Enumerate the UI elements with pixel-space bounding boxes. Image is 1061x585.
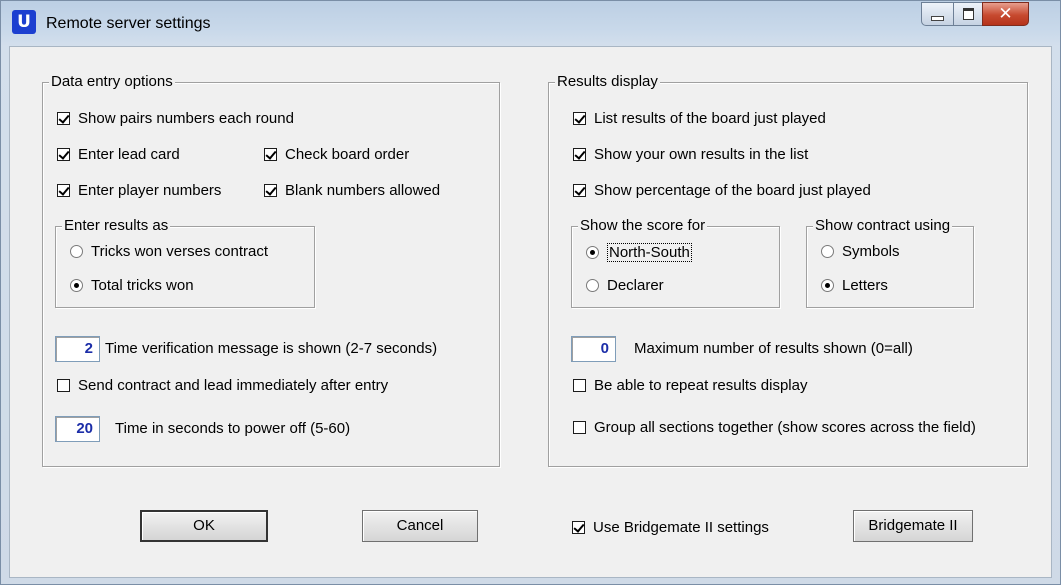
check-board-order-label: Check board order <box>285 146 410 163</box>
north-south-radio-dot[interactable] <box>586 246 599 259</box>
enter-player-numbers-checkbox[interactable]: Enter player numbers <box>57 182 221 199</box>
results-display-group: Results display List results of the boar… <box>548 73 1028 467</box>
show-pairs-checkbox[interactable]: Show pairs numbers each round <box>57 110 294 127</box>
enter-results-title: Enter results as <box>62 217 171 234</box>
title-bar[interactable]: U Remote server settings ✕ <box>1 1 1060 46</box>
use-bridgemate-ii-checkbox[interactable]: Use Bridgemate II settings <box>572 519 769 536</box>
max-results-label: Maximum number of results shown (0=all) <box>634 340 913 357</box>
enter-lead-checkbox-box[interactable] <box>57 148 70 161</box>
show-own-results-label: Show your own results in the list <box>594 146 809 163</box>
show-pairs-checkbox-box[interactable] <box>57 112 70 125</box>
results-display-title: Results display <box>555 73 660 90</box>
check-board-order-checkbox[interactable]: Check board order <box>264 146 409 163</box>
contract-using-group: Show contract using Symbols Letters <box>806 217 974 308</box>
letters-radio-dot[interactable] <box>821 279 834 292</box>
ok-button[interactable]: OK <box>140 510 268 542</box>
minimize-icon <box>931 15 944 21</box>
north-south-label: North-South <box>607 243 692 262</box>
total-tricks-radio-dot[interactable] <box>70 279 83 292</box>
declarer-label: Declarer <box>607 277 664 294</box>
list-results-checkbox[interactable]: List results of the board just played <box>573 110 826 127</box>
dialog-window: U Remote server settings ✕ Data entry op… <box>0 0 1061 585</box>
repeat-display-checkbox[interactable]: Be able to repeat results display <box>573 377 807 394</box>
max-results-input[interactable]: 0 <box>571 336 616 362</box>
enter-results-group: Enter results as Tricks won verses contr… <box>55 217 315 308</box>
contract-using-title: Show contract using <box>813 217 953 234</box>
list-results-checkbox-box[interactable] <box>573 112 586 125</box>
blank-numbers-label: Blank numbers allowed <box>285 182 441 199</box>
group-sections-label: Group all sections together (show scores… <box>594 419 976 436</box>
symbols-label: Symbols <box>842 243 900 260</box>
data-entry-options-group: Data entry options Show pairs numbers ea… <box>42 73 500 467</box>
show-pairs-label: Show pairs numbers each round <box>78 110 294 127</box>
send-contract-checkbox[interactable]: Send contract and lead immediately after… <box>57 377 388 394</box>
enter-player-numbers-label: Enter player numbers <box>78 182 222 199</box>
send-contract-label: Send contract and lead immediately after… <box>78 377 389 394</box>
close-button[interactable]: ✕ <box>982 2 1029 26</box>
show-percentage-label: Show percentage of the board just played <box>594 182 871 199</box>
cancel-button[interactable]: Cancel <box>362 510 478 542</box>
total-tricks-radio[interactable]: Total tricks won <box>70 277 194 294</box>
maximize-button[interactable] <box>953 2 983 26</box>
symbols-radio[interactable]: Symbols <box>821 243 900 260</box>
power-off-input[interactable]: 20 <box>55 416 100 442</box>
total-tricks-label: Total tricks won <box>91 277 194 294</box>
blank-numbers-checkbox-box[interactable] <box>264 184 277 197</box>
north-south-radio[interactable]: North-South <box>586 243 692 262</box>
enter-player-numbers-checkbox-box[interactable] <box>57 184 70 197</box>
score-for-group: Show the score for North-South Declarer <box>571 217 780 308</box>
check-board-order-checkbox-box[interactable] <box>264 148 277 161</box>
app-icon: U <box>12 10 36 34</box>
close-icon: ✕ <box>998 4 1013 24</box>
declarer-radio-dot[interactable] <box>586 279 599 292</box>
time-verification-label: Time verification message is shown (2-7 … <box>105 340 438 357</box>
show-own-results-checkbox[interactable]: Show your own results in the list <box>573 146 808 163</box>
window-title: Remote server settings <box>46 15 211 32</box>
minimize-button[interactable] <box>921 2 954 26</box>
power-off-label: Time in seconds to power off (5-60) <box>115 420 351 437</box>
dialog-client-area: Data entry options Show pairs numbers ea… <box>9 46 1052 578</box>
tricks-vs-contract-radio-dot[interactable] <box>70 245 83 258</box>
enter-lead-checkbox[interactable]: Enter lead card <box>57 146 180 163</box>
declarer-radio[interactable]: Declarer <box>586 277 664 294</box>
score-for-title: Show the score for <box>578 217 708 234</box>
use-bridgemate-ii-label: Use Bridgemate II settings <box>593 519 769 536</box>
enter-lead-label: Enter lead card <box>78 146 180 163</box>
data-entry-options-title: Data entry options <box>49 73 175 90</box>
show-percentage-checkbox-box[interactable] <box>573 184 586 197</box>
repeat-display-checkbox-box[interactable] <box>573 379 586 392</box>
letters-label: Letters <box>842 277 888 294</box>
maximize-icon <box>962 8 974 20</box>
tricks-vs-contract-radio[interactable]: Tricks won verses contract <box>70 243 268 260</box>
list-results-label: List results of the board just played <box>594 110 826 127</box>
group-sections-checkbox[interactable]: Group all sections together (show scores… <box>573 419 976 436</box>
tricks-vs-contract-label: Tricks won verses contract <box>91 243 268 260</box>
repeat-display-label: Be able to repeat results display <box>594 377 808 394</box>
show-percentage-checkbox[interactable]: Show percentage of the board just played <box>573 182 871 199</box>
letters-radio[interactable]: Letters <box>821 277 888 294</box>
use-bridgemate-ii-checkbox-box[interactable] <box>572 521 585 534</box>
show-own-results-checkbox-box[interactable] <box>573 148 586 161</box>
time-verification-input[interactable]: 2 <box>55 336 100 362</box>
group-sections-checkbox-box[interactable] <box>573 421 586 434</box>
blank-numbers-checkbox[interactable]: Blank numbers allowed <box>264 182 440 199</box>
bridgemate-ii-button[interactable]: Bridgemate II <box>853 510 973 542</box>
symbols-radio-dot[interactable] <box>821 245 834 258</box>
send-contract-checkbox-box[interactable] <box>57 379 70 392</box>
